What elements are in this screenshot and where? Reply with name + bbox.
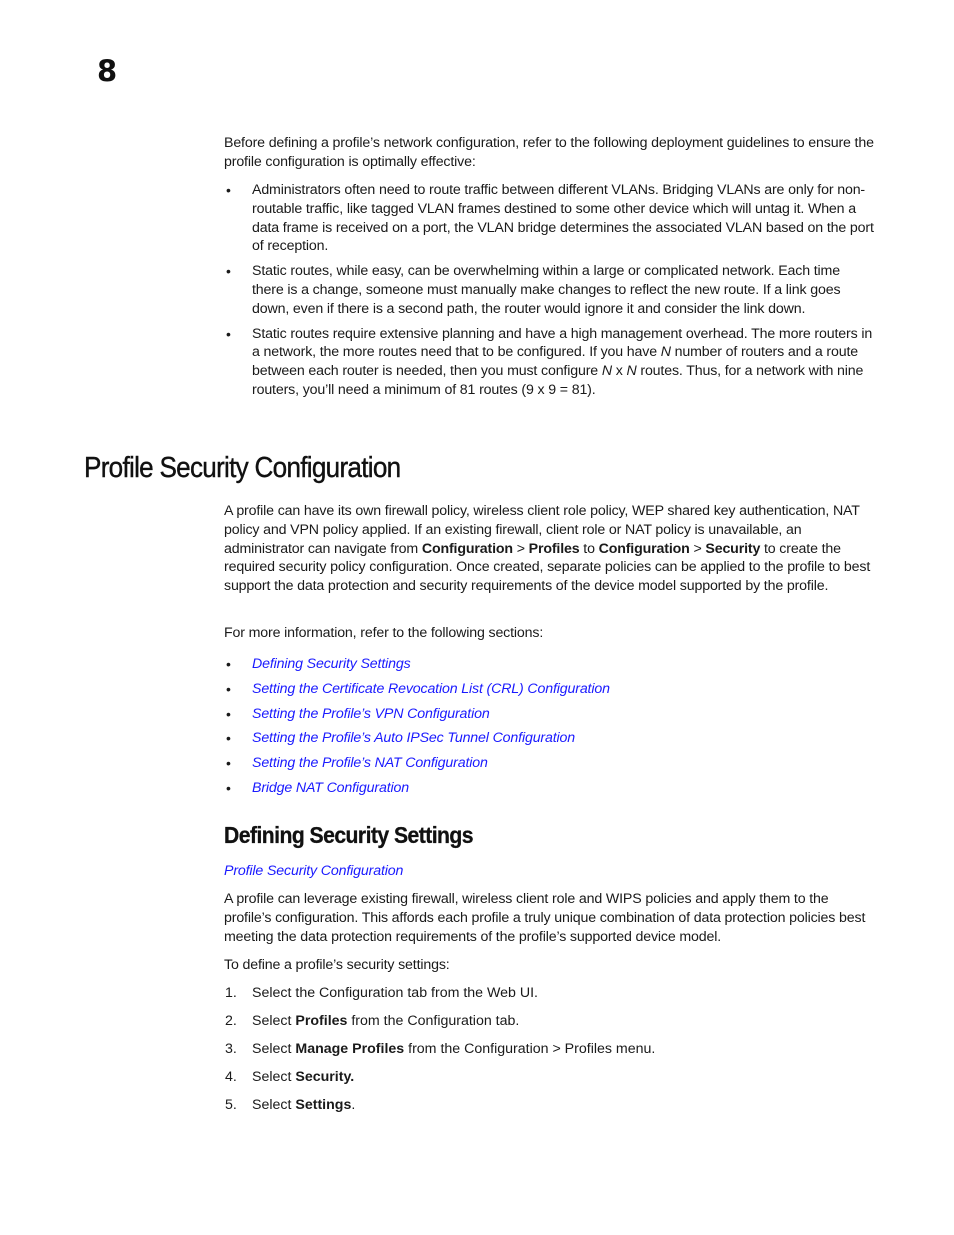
step-number: 1. (225, 985, 237, 1001)
link-defining-security-settings[interactable]: Defining Security Settings (252, 656, 411, 672)
link-auto-ipsec-tunnel[interactable]: Setting the Profile’s Auto IPSec Tunnel … (252, 730, 575, 746)
link-item: • Setting the Profile’s NAT Configuration (224, 751, 874, 776)
section-paragraph: A profile can have its own firewall poli… (224, 503, 871, 595)
bullet-icon: • (226, 182, 231, 198)
back-link-profile-security[interactable]: Profile Security Configuration (224, 862, 403, 881)
intro-paragraph: Before defining a profile’s network conf… (224, 135, 874, 170)
link-item: • Setting the Profile’s VPN Configuration (224, 702, 874, 727)
subsection-title: Defining Security Settings (224, 822, 474, 848)
steps-intro: To define a profile’s security settings: (224, 957, 450, 973)
bullet-icon: • (226, 325, 231, 342)
steps-list: 1. Select the Configuration tab from the … (224, 984, 874, 1124)
link-vpn-configuration[interactable]: Setting the Profile’s VPN Configuration (252, 706, 490, 722)
step-item: 5. Select Settings. (225, 1097, 356, 1113)
step-item: 4. Select Security. (225, 1069, 355, 1085)
bullet-icon: • (226, 779, 231, 796)
ui-path: Profiles (528, 540, 580, 557)
bullet-icon: • (226, 705, 231, 722)
bullet-icon: • (226, 263, 231, 280)
bullet-icon: • (226, 730, 231, 747)
step-number: 2. (225, 1013, 237, 1029)
step-number: 5. (225, 1097, 237, 1113)
step-item: 3. Select Manage Profiles from the Config… (225, 1041, 656, 1057)
guideline-item: • Administrators often need to route tra… (224, 181, 874, 256)
link-item: • Setting the Certificate Revocation List… (224, 677, 874, 702)
link-crl-configuration[interactable]: Setting the Certificate Revocation List … (252, 681, 610, 697)
ui-path: Configuration (598, 540, 690, 557)
link-item: • Setting the Profile’s Auto IPSec Tunnel… (224, 726, 874, 751)
chapter-number: 8 (97, 54, 118, 88)
guideline-item: • Static routes require extensive planni… (224, 325, 874, 400)
ui-path: Configuration (421, 540, 513, 557)
bullet-icon: • (226, 680, 231, 697)
guideline-item: • Static routes, while easy, can be over… (224, 262, 874, 318)
guideline-text: Static routes, while easy, can be overwh… (252, 263, 841, 317)
subsection-paragraph: A profile can leverage existing firewall… (224, 891, 866, 945)
more-info-text: For more information, refer to the follo… (224, 625, 544, 641)
section-links-list: • Defining Security Settings • Setting the… (224, 652, 874, 801)
bullet-icon: • (226, 656, 231, 672)
guideline-text: Administrators often need to route traff… (252, 182, 874, 255)
bullet-icon: • (226, 755, 231, 772)
link-item: • Bridge NAT Configuration (224, 776, 874, 801)
link-bridge-nat[interactable]: Bridge NAT Configuration (252, 780, 409, 796)
step-number: 3. (225, 1041, 237, 1057)
guideline-text: Static routes require extensive planning… (252, 325, 873, 398)
step-item: 2. Select Profiles from the Configuration… (225, 1013, 520, 1029)
ui-path: Security (705, 540, 761, 557)
step-number: 4. (225, 1069, 237, 1085)
guidelines-list: • Administrators often need to route tra… (224, 181, 874, 400)
section-title: Profile Security Configuration (84, 452, 401, 484)
link-nat-configuration[interactable]: Setting the Profile’s NAT Configuration (252, 755, 488, 771)
step-item: 1. Select the Configuration tab from the … (225, 985, 539, 1001)
link-item: • Defining Security Settings (224, 652, 874, 677)
